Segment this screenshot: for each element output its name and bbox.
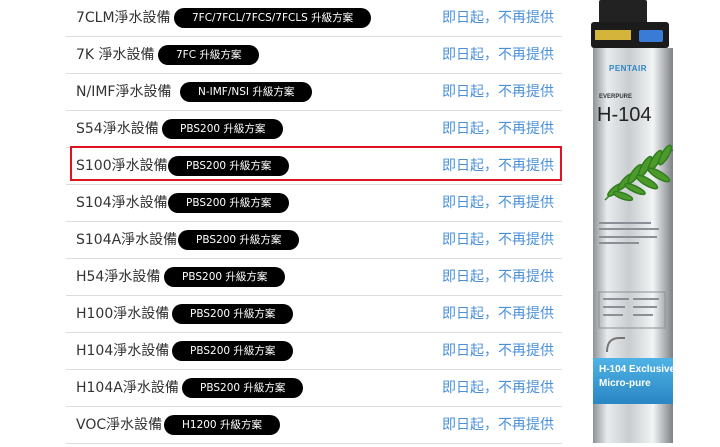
- list-item: S100淨水設備 PBS200 升級方案 即日起，不再提供: [66, 148, 562, 185]
- list-item: H104淨水設備 PBS200 升級方案 即日起，不再提供: [66, 333, 562, 370]
- equipment-name: N/IMF淨水設備: [76, 84, 172, 100]
- upgrade-badge[interactable]: PBS200 升級方案: [172, 304, 294, 324]
- status-link[interactable]: 即日起，不再提供: [442, 83, 554, 101]
- product-tagline: H-104 Exclusive: [599, 364, 676, 375]
- product-model: H-104: [597, 104, 652, 126]
- equipment-name: S54淨水設備: [76, 121, 159, 137]
- equipment-name: 7K 淨水設備: [76, 47, 155, 63]
- equipment-name: S100淨水設備: [76, 158, 168, 174]
- list-item: S104淨水設備 PBS200 升級方案 即日起，不再提供: [66, 185, 562, 222]
- list-item: H100淨水設備 PBS200 升級方案 即日起，不再提供: [66, 296, 562, 333]
- equipment-name: H104A淨水設備: [76, 380, 179, 396]
- equipment-name: VOC淨水設備: [76, 417, 163, 433]
- status-link[interactable]: 即日起，不再提供: [442, 342, 554, 360]
- equipment-name: H100淨水設備: [76, 306, 170, 322]
- equipment-name: S104A淨水設備: [76, 232, 178, 248]
- list-item: S54淨水設備 PBS200 升級方案 即日起，不再提供: [66, 111, 562, 148]
- list-item: N/IMF淨水設備 N-IMF/NSI 升級方案 即日起，不再提供: [66, 74, 562, 111]
- upgrade-badge[interactable]: PBS200 升級方案: [178, 230, 300, 250]
- list-item: 7K 淨水設備 7FC 升級方案 即日起，不再提供: [66, 37, 562, 74]
- list-item: S104A淨水設備 PBS200 升級方案 即日起，不再提供: [66, 222, 562, 259]
- upgrade-badge[interactable]: H1200 升級方案: [164, 415, 280, 435]
- equipment-name: S104淨水設備: [76, 195, 168, 211]
- upgrade-badge[interactable]: PBS200 升級方案: [168, 193, 290, 213]
- list-item: H54淨水設備 PBS200 升級方案 即日起，不再提供: [66, 259, 562, 296]
- upgrade-badge[interactable]: PBS200 升級方案: [168, 156, 290, 176]
- status-link[interactable]: 即日起，不再提供: [442, 9, 554, 27]
- status-link[interactable]: 即日起，不再提供: [442, 194, 554, 212]
- product-brand: PENTAIR: [609, 64, 648, 73]
- status-link[interactable]: 即日起，不再提供: [442, 268, 554, 286]
- list-item: H104A淨水設備 PBS200 升級方案 即日起，不再提供: [66, 370, 562, 407]
- upgrade-badge[interactable]: 7FC/7FCL/7FCS/7FCLS 升級方案: [174, 8, 372, 28]
- upgrade-badge[interactable]: PBS200 升級方案: [164, 267, 286, 287]
- status-link[interactable]: 即日起，不再提供: [442, 157, 554, 175]
- upgrade-badge[interactable]: 7FC 升級方案: [158, 45, 260, 65]
- filter-cartridge-illustration: [591, 0, 674, 443]
- status-link[interactable]: 即日起，不再提供: [442, 231, 554, 249]
- status-link[interactable]: 即日起，不再提供: [442, 416, 554, 434]
- equipment-name: 7CLM淨水設備: [76, 10, 171, 26]
- equipment-name: H104淨水設備: [76, 343, 170, 359]
- status-link[interactable]: 即日起，不再提供: [442, 379, 554, 397]
- upgrade-badge[interactable]: PBS200 升級方案: [172, 341, 294, 361]
- list-item: 7CLM淨水設備 7FC/7FCL/7FCS/7FCLS 升級方案 即日起，不再…: [66, 0, 562, 37]
- upgrade-badge[interactable]: N-IMF/NSI 升級方案: [180, 82, 313, 102]
- product-line: EVERPURE: [599, 94, 633, 100]
- product-tagline-2: Micro-pure: [599, 378, 651, 389]
- list-item: VOC淨水設備 H1200 升級方案 即日起，不再提供: [66, 407, 562, 444]
- product-image: PENTAIR EVERPURE H-104 H-104 Exclusive M…: [585, 0, 720, 443]
- upgrade-badge[interactable]: PBS200 升級方案: [182, 378, 304, 398]
- status-link[interactable]: 即日起，不再提供: [442, 305, 554, 323]
- equipment-name: H54淨水設備: [76, 269, 161, 285]
- equipment-list: 7CLM淨水設備 7FC/7FCL/7FCS/7FCLS 升級方案 即日起，不再…: [66, 0, 562, 444]
- status-link[interactable]: 即日起，不再提供: [442, 46, 554, 64]
- status-link[interactable]: 即日起，不再提供: [442, 120, 554, 138]
- upgrade-badge[interactable]: PBS200 升級方案: [162, 119, 284, 139]
